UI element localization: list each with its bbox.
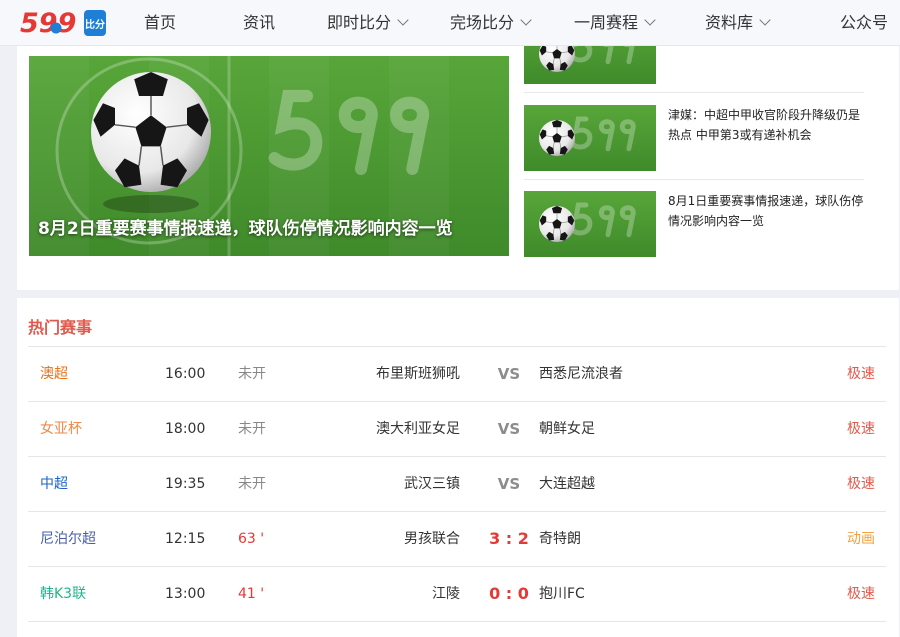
side-news-title: 8月1日重要赛事情报速递，球队伤停情况影响内容一览 [668,194,864,228]
match-time: 13:00 [165,586,206,602]
vs-label: VS [497,475,521,493]
nav-label: 首页 [144,13,177,32]
site-logo[interactable]: 599 比分 [18,6,110,40]
match-time: 16:00 [165,366,206,382]
hero-news-card[interactable]: 8月2日重要赛事情报速递，球队伤停情况影响内容一览 [29,56,509,256]
news-panel: 8月2日重要赛事情报速递，球队伤停情况影响内容一览 津媒：中超中甲收官阶段升降级… [17,20,899,290]
match-row[interactable]: 女亚杯 18:00 未开 澳大利亚女足 VS 朝鲜女足 极速 [28,402,886,457]
vs-label: VS [497,365,521,383]
side-news-item[interactable]: 津媒：中超中甲收官阶段升降级仍是热点 中甲第3或有递补机会 [524,105,864,175]
nav-label: 完场比分 [450,13,515,32]
away-team[interactable]: 奇特朗 [539,512,581,566]
home-team[interactable]: 布里斯班狮吼 [376,347,460,401]
animation-link[interactable]: 动画 [847,512,875,566]
match-status: 未开 [238,421,266,437]
fast-link[interactable]: 极速 [847,567,875,621]
away-team[interactable]: 西悉尼流浪者 [539,347,623,401]
divider [524,179,864,180]
match-status: 63 ' [238,531,265,547]
nav-label: 资讯 [243,13,276,32]
league-name[interactable]: 女亚杯 [40,402,82,456]
home-team[interactable]: 江陵 [432,567,460,621]
section-title: 热门赛事 [28,318,93,337]
nav-news[interactable]: 资讯 [243,0,275,46]
match-status: 未开 [238,366,266,382]
away-team[interactable]: 抱川FC [539,567,585,621]
chevron-down-icon [644,14,656,26]
match-time: 12:15 [165,531,206,547]
away-team[interactable]: 朝鲜女足 [539,402,595,456]
match-row[interactable]: 韩K3联 13:00 41 ' 江陵 0 : 0 抱川FC 极速 [28,567,886,622]
side-news-item[interactable]: 8月1日重要赛事情报速递，球队伤停情况影响内容一览 [524,191,864,261]
side-news-title: 津媒：中超中甲收官阶段升降级仍是热点 中甲第3或有递补机会 [668,108,861,142]
match-time: 18:00 [165,421,206,437]
nav-database[interactable]: 资料库 [705,0,771,46]
home-team[interactable]: 澳大利亚女足 [376,402,460,456]
chevron-down-icon [520,14,532,26]
hero-caption: 8月2日重要赛事情报速递，球队伤停情况影响内容一览 [38,219,453,239]
side-news-thumbnail [524,105,656,171]
league-name[interactable]: 韩K3联 [40,567,86,621]
nav-finished-scores[interactable]: 完场比分 [450,0,532,46]
logo-side-text: 比分 [85,18,105,31]
league-name[interactable]: 尼泊尔超 [40,512,96,566]
hot-matches-panel: 热门赛事 澳超 16:00 未开 布里斯班狮吼 VS 西悉尼流浪者 极速 女亚杯 18:00 未开… [17,298,899,637]
match-status: 未开 [238,476,266,492]
side-news-thumbnail [524,191,656,257]
league-name[interactable]: 澳超 [40,347,68,401]
nav-label: 公众号 [840,13,889,32]
vs-label: VS [497,420,521,438]
nav-home[interactable]: 首页 [144,0,176,46]
chevron-down-icon [397,14,409,26]
league-name[interactable]: 中超 [40,457,68,511]
nav-official-account[interactable]: 公众号 [840,0,888,46]
divider [524,92,864,93]
match-score: 3 : 2 [489,529,529,548]
chevron-down-icon [759,14,771,26]
match-time: 19:35 [165,476,206,492]
home-team[interactable]: 武汉三镇 [404,457,460,511]
fast-link[interactable]: 极速 [847,347,875,401]
match-row[interactable]: 中超 19:35 未开 武汉三镇 VS 大连超越 极速 [28,457,886,512]
match-row[interactable]: 澳超 16:00 未开 布里斯班狮吼 VS 西悉尼流浪者 极速 [28,347,886,402]
match-status: 41 ' [238,586,265,602]
nav-weekly-schedule[interactable]: 一周赛程 [574,0,656,46]
nav-live-scores[interactable]: 即时比分 [327,0,409,46]
home-team[interactable]: 男孩联合 [404,512,460,566]
match-row[interactable]: 尼泊尔超 12:15 63 ' 男孩联合 3 : 2 奇特朗 动画 [28,512,886,567]
logo-number: 599 [20,8,76,39]
nav-label: 资料库 [705,13,754,32]
top-nav-bar: 599 比分 首页 资讯 即时比分 完场比分 一周赛程 资料库 公众号 [0,0,900,46]
fast-link[interactable]: 极速 [847,457,875,511]
away-team[interactable]: 大连超越 [539,457,595,511]
nav-label: 即时比分 [327,13,392,32]
nav-label: 一周赛程 [574,13,639,32]
match-score: 0 : 0 [489,584,529,603]
fast-link[interactable]: 极速 [847,402,875,456]
